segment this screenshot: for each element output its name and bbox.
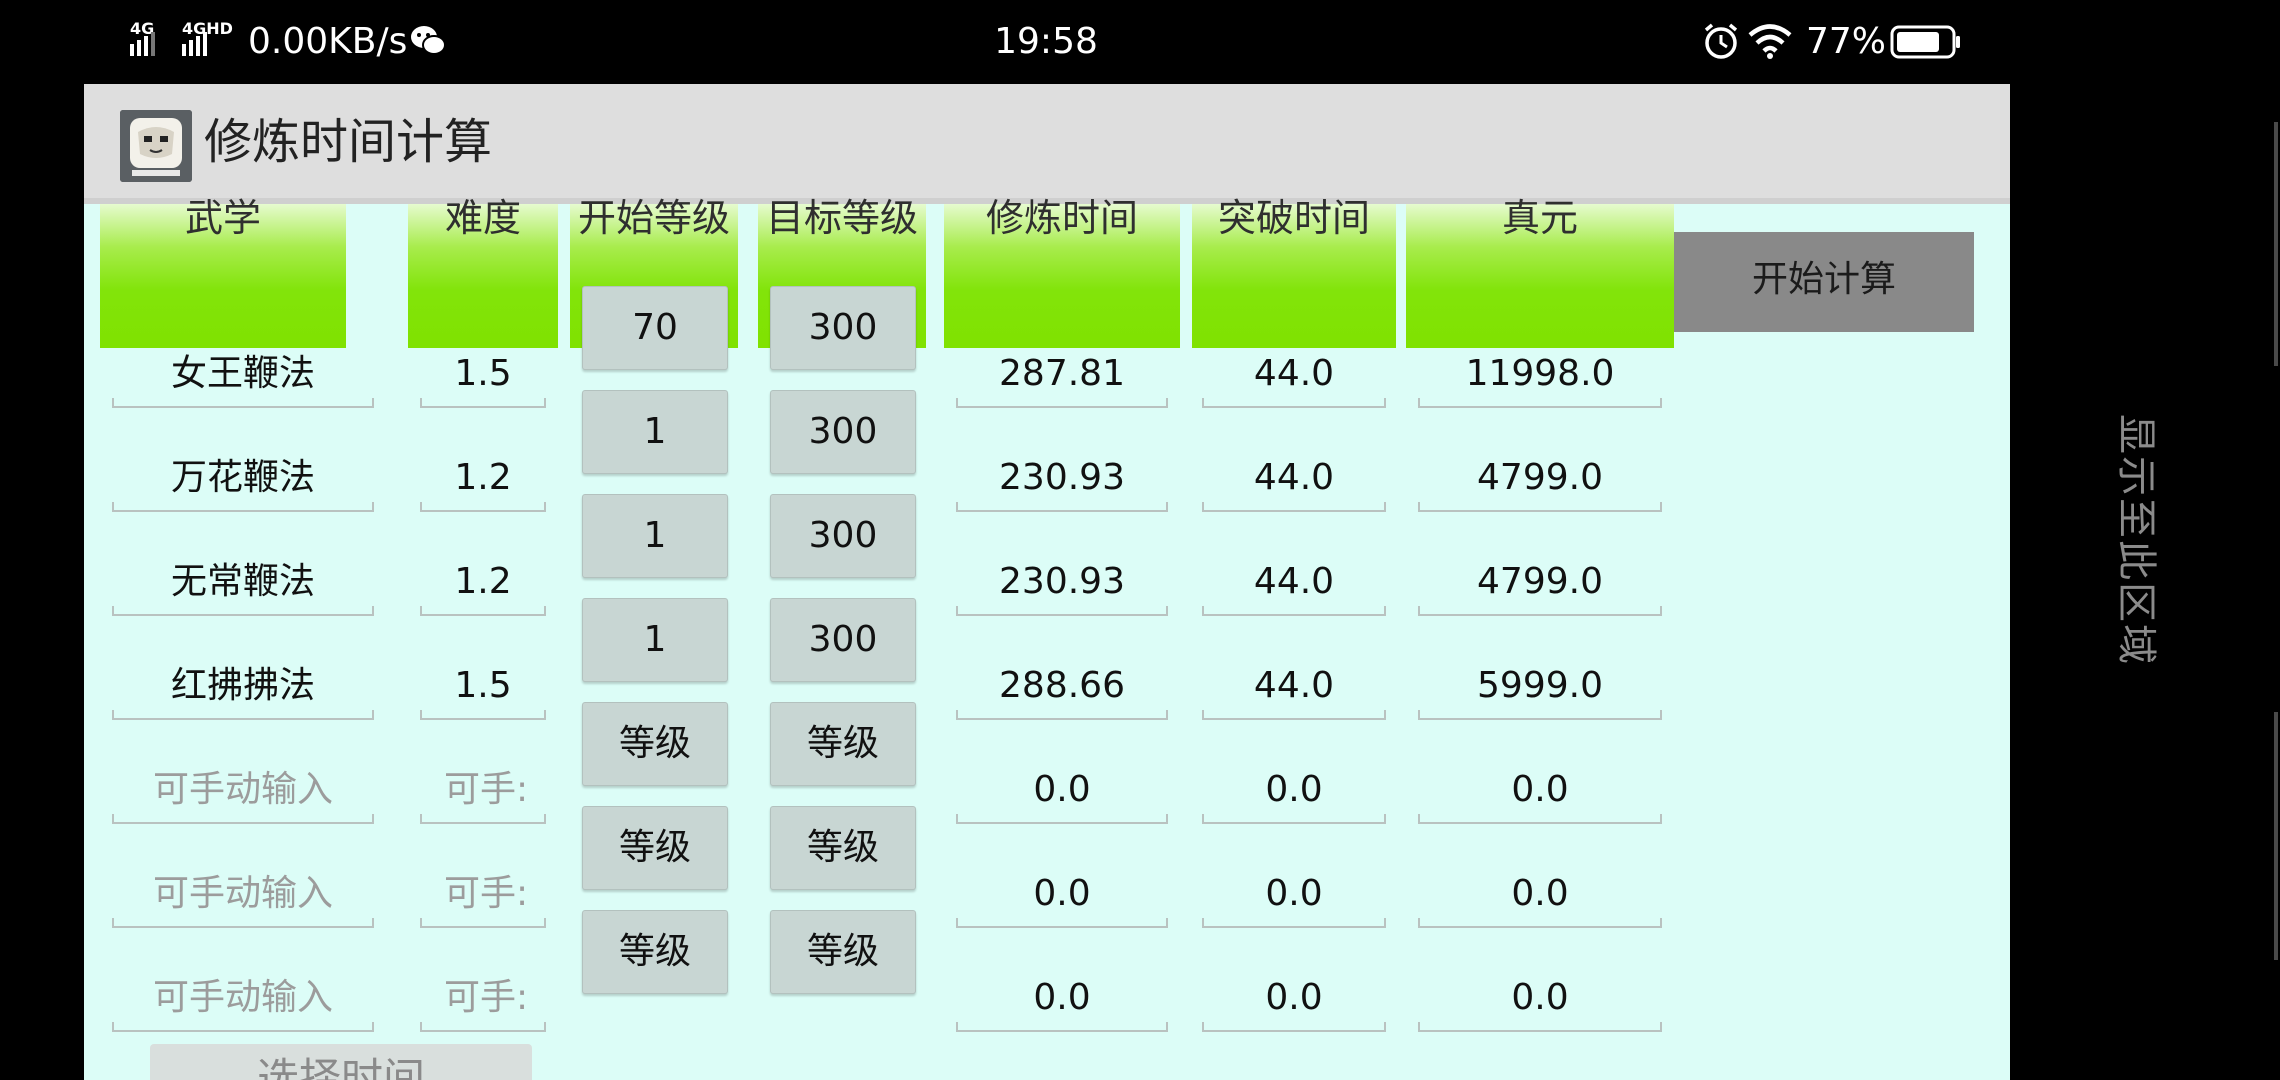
header-break-time: 突破时间 — [1192, 196, 1396, 348]
alarm-icon — [1704, 23, 1738, 59]
header-zhenyuan: 真元 — [1406, 196, 1674, 348]
difficulty-input[interactable]: 可手: — [420, 758, 546, 824]
train-time-field: 0.0 — [956, 758, 1168, 824]
train-time-field: 288.66 — [956, 654, 1168, 720]
target-level-button[interactable]: 等级 — [770, 806, 916, 890]
skill-input[interactable]: 可手动输入 — [112, 966, 374, 1032]
skill-input[interactable]: 女王鞭法 — [112, 342, 374, 408]
start-level-button[interactable]: 等级 — [582, 702, 728, 786]
target-level-button[interactable]: 300 — [770, 598, 916, 682]
app-logo — [120, 110, 192, 182]
break-time-field: 0.0 — [1202, 758, 1386, 824]
target-level-button[interactable]: 等级 — [770, 702, 916, 786]
zhenyuan-field: 4799.0 — [1418, 446, 1662, 512]
break-time-field: 44.0 — [1202, 550, 1386, 616]
skill-input[interactable]: 可手动输入 — [112, 758, 374, 824]
edge-handle-bottom[interactable] — [2274, 712, 2278, 960]
skill-input[interactable]: 万花鞭法 — [112, 446, 374, 512]
difficulty-input[interactable]: 可手: — [420, 862, 546, 928]
skill-input[interactable]: 红拂拂法 — [112, 654, 374, 720]
zhenyuan-field: 5999.0 — [1418, 654, 1662, 720]
status-bar: 4G 4GHD 0.00KB/s 19:58 77% — [0, 0, 2280, 84]
break-time-field: 0.0 — [1202, 862, 1386, 928]
break-time-field: 44.0 — [1202, 342, 1386, 408]
difficulty-input[interactable]: 1.2 — [420, 550, 546, 616]
display-area-label: 显示至此区域 — [2113, 414, 2159, 666]
select-time-button[interactable]: 选择时间 — [150, 1044, 532, 1080]
zhenyuan-field: 0.0 — [1418, 966, 1662, 1032]
start-level-button[interactable]: 70 — [582, 286, 728, 370]
target-level-button[interactable]: 等级 — [770, 910, 916, 994]
wifi-icon — [1748, 24, 1792, 59]
break-time-field: 0.0 — [1202, 966, 1386, 1032]
edge-handle-top[interactable] — [2274, 122, 2278, 366]
skill-input[interactable]: 无常鞭法 — [112, 550, 374, 616]
start-level-button[interactable]: 1 — [582, 494, 728, 578]
break-time-field: 44.0 — [1202, 446, 1386, 512]
train-time-field: 287.81 — [956, 342, 1168, 408]
zhenyuan-field: 0.0 — [1418, 862, 1662, 928]
start-calculate-button[interactable]: 开始计算 — [1674, 232, 1974, 332]
start-level-button[interactable]: 1 — [582, 598, 728, 682]
skill-input[interactable]: 可手动输入 — [112, 862, 374, 928]
train-time-field: 230.93 — [956, 446, 1168, 512]
difficulty-input[interactable]: 1.5 — [420, 654, 546, 720]
start-level-button[interactable]: 等级 — [582, 806, 728, 890]
app-window: 修炼时间计算 武学 难度 开始等级 目标等级 修炼时间 突破时间 真元 女王鞭法… — [84, 84, 2010, 1080]
train-time-field: 0.0 — [956, 966, 1168, 1032]
target-level-button[interactable]: 300 — [770, 286, 916, 370]
zhenyuan-field: 0.0 — [1418, 758, 1662, 824]
header-skill: 武学 — [100, 196, 346, 348]
target-level-button[interactable]: 300 — [770, 494, 916, 578]
start-level-button[interactable]: 等级 — [582, 910, 728, 994]
difficulty-input[interactable]: 可手: — [420, 966, 546, 1032]
difficulty-input[interactable]: 1.2 — [420, 446, 546, 512]
app-title: 修炼时间计算 — [204, 114, 493, 170]
battery-icon — [1890, 25, 1960, 59]
train-time-field: 0.0 — [956, 862, 1168, 928]
difficulty-input[interactable]: 1.5 — [420, 342, 546, 408]
zhenyuan-field: 11998.0 — [1418, 342, 1662, 408]
header-difficulty: 难度 — [408, 196, 558, 348]
break-time-field: 44.0 — [1202, 654, 1386, 720]
battery-percent: 77% — [1806, 21, 1887, 62]
zhenyuan-field: 4799.0 — [1418, 550, 1662, 616]
header-train-time: 修炼时间 — [944, 196, 1180, 348]
train-time-field: 230.93 — [956, 550, 1168, 616]
target-level-button[interactable]: 300 — [770, 390, 916, 474]
app-header: 修炼时间计算 — [84, 84, 2010, 204]
logo-icon — [120, 110, 192, 182]
start-level-button[interactable]: 1 — [582, 390, 728, 474]
